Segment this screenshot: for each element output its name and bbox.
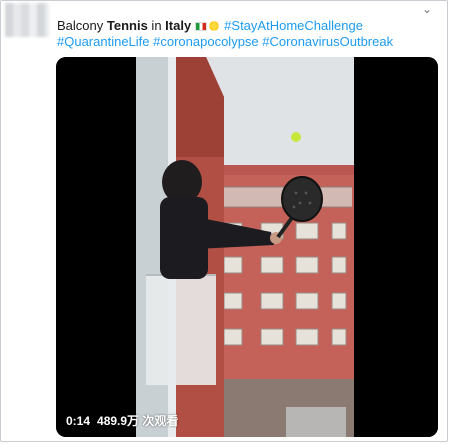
- video-frame: [56, 57, 438, 437]
- tweet-card: ⌄ Balcony Tennis in Italy #StayAtHomeChal…: [0, 0, 448, 442]
- title-pre: Balcony: [57, 18, 107, 33]
- hashtag-coronapocolypse[interactable]: #coronapocolypse: [153, 34, 259, 49]
- title-italy: Italy: [165, 18, 192, 33]
- italy-flag-icon: [195, 22, 208, 31]
- video-views: 489.9万 次观看: [97, 414, 179, 428]
- hashtag-quarantine-life[interactable]: #QuarantineLife: [57, 34, 150, 49]
- tweet-text-line2: #QuarantineLife #coronapocolypse #Corona…: [57, 34, 393, 50]
- avatar[interactable]: [5, 3, 49, 37]
- hashtag-stay-at-home[interactable]: #StayAtHomeChallenge: [224, 18, 363, 33]
- chevron-down-icon[interactable]: ⌄: [421, 3, 433, 15]
- title-tennis: Tennis: [106, 18, 148, 33]
- title-mid: in: [147, 18, 166, 33]
- video-meta: 0:14 489.9万 次观看: [66, 414, 185, 428]
- hashtag-coronavirus-outbreak[interactable]: #CoronavirusOutbreak: [262, 34, 393, 49]
- tweet-text-line1: Balcony Tennis in Italy #StayAtHomeChalle…: [57, 18, 363, 34]
- video-player[interactable]: 0:14 489.9万 次观看: [56, 57, 438, 437]
- sun-icon: [208, 20, 221, 32]
- video-duration: 0:14: [66, 414, 91, 428]
